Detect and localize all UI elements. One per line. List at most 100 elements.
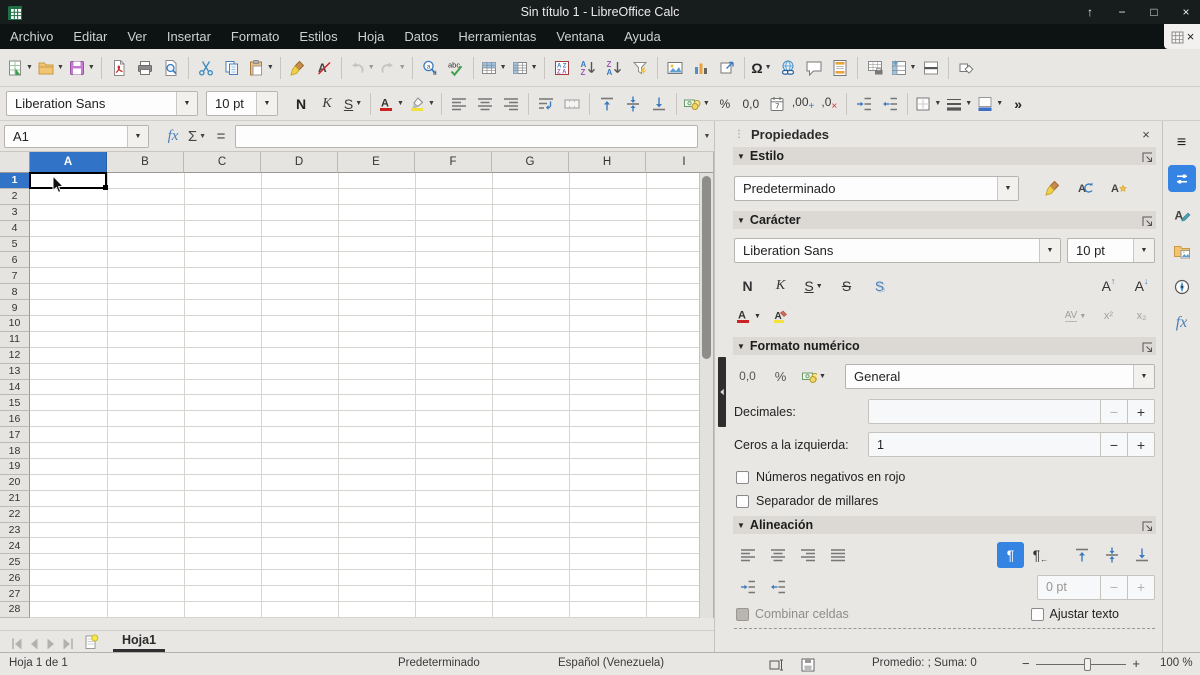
format-percent-button[interactable]: % <box>712 90 738 118</box>
background-color-button-dropdown[interactable]: ▼ <box>996 100 1003 107</box>
number-format-category-combo[interactable]: General ▼ <box>845 364 1155 389</box>
number-format-category-dropdown[interactable]: ▼ <box>1133 365 1154 388</box>
indent-increase-button[interactable]: + <box>1127 576 1154 599</box>
insert-column-button-dropdown[interactable]: ▼ <box>531 64 538 71</box>
insert-image-button[interactable] <box>662 54 688 82</box>
new-spreadsheet-button[interactable]: ▼ <box>4 54 35 82</box>
zoom-out-button[interactable]: − <box>1022 656 1030 671</box>
format-date-button[interactable] <box>764 90 790 118</box>
row-header-10[interactable]: 10 <box>0 316 30 332</box>
keep-above-button[interactable]: ↑ <box>1082 5 1098 19</box>
highlight-color-button[interactable]: ▼ <box>406 90 437 118</box>
font-name-dropdown[interactable]: ▼ <box>176 92 197 115</box>
sidebar-align-bottom-toggle[interactable] <box>1128 542 1155 568</box>
format-percent-toggle[interactable]: % <box>767 363 794 389</box>
shadow-toggle[interactable]: S <box>866 273 893 299</box>
copy-button[interactable] <box>219 54 245 82</box>
format-currency-button[interactable]: ▼ <box>681 90 712 118</box>
clone-formatting-sidebar-button[interactable] <box>1039 175 1066 201</box>
leading-zeros-decrease-button[interactable]: − <box>1100 433 1127 456</box>
column-header-F[interactable]: F <box>415 152 492 173</box>
underline-toggle[interactable]: S▼ <box>800 273 827 299</box>
dialog-launcher-icon[interactable] <box>1140 519 1152 531</box>
draw-functions-button[interactable] <box>953 54 979 82</box>
font-color-button[interactable]: ▼ <box>375 90 406 118</box>
sidebar-align-center-toggle[interactable] <box>764 542 791 568</box>
menu-estilos[interactable]: Estilos <box>289 24 347 49</box>
column-header-I[interactable]: I <box>646 152 714 173</box>
previous-sheet-button[interactable] <box>23 634 40 650</box>
shrink-font-button[interactable]: A↓ <box>1128 273 1155 299</box>
sidebar-align-top-toggle[interactable] <box>1068 542 1095 568</box>
superscript-toggle[interactable]: x² <box>1095 303 1122 329</box>
decrease-indent-button[interactable] <box>877 90 903 118</box>
menu-ventana[interactable]: Ventana <box>546 24 614 49</box>
border-style-button-dropdown[interactable]: ▼ <box>965 100 972 107</box>
section-estilo-header[interactable]: ▼ Estilo <box>733 147 1156 165</box>
row-header-19[interactable]: 19 <box>0 459 30 475</box>
sidebar-font-size-combo[interactable]: 10 pt ▼ <box>1067 238 1155 263</box>
menu-insertar[interactable]: Insertar <box>157 24 221 49</box>
leading-zeros-spinner[interactable]: 1 − + <box>868 432 1155 457</box>
row-header-3[interactable]: 3 <box>0 205 30 221</box>
row-header-7[interactable]: 7 <box>0 268 30 284</box>
update-style-button[interactable] <box>1072 175 1099 201</box>
delete-decimal-button[interactable]: ,0 <box>816 90 842 118</box>
align-right-button[interactable] <box>498 90 524 118</box>
menu-archivo[interactable]: Archivo <box>0 24 63 49</box>
freeze-panes-button-dropdown[interactable]: ▼ <box>910 64 917 71</box>
row-header-13[interactable]: 13 <box>0 364 30 380</box>
column-header-G[interactable]: G <box>492 152 569 173</box>
headers-footers-button[interactable] <box>827 54 853 82</box>
name-box-dropdown[interactable]: ▼ <box>127 126 148 147</box>
borders-button-dropdown[interactable]: ▼ <box>934 100 941 107</box>
close-button[interactable]: × <box>1178 5 1194 19</box>
redo-button-dropdown[interactable]: ▼ <box>399 64 406 71</box>
indent-value[interactable]: 0 pt <box>1038 580 1100 594</box>
zoom-track[interactable] <box>1036 664 1126 665</box>
vertical-scrollbar-thumb[interactable] <box>702 176 711 359</box>
document-modified-icon[interactable] <box>799 656 815 672</box>
row-header-9[interactable]: 9 <box>0 300 30 316</box>
sidebar-align-justified-toggle[interactable] <box>824 542 851 568</box>
cell-style-combo[interactable]: Predeterminado ▼ <box>734 176 1019 201</box>
name-box[interactable]: A1 ▼ <box>4 125 149 148</box>
function-wizard-button[interactable]: fx <box>161 124 185 148</box>
paste-button[interactable]: ▼ <box>245 54 276 82</box>
section-caracter-header[interactable]: ▼ Carácter <box>733 211 1156 229</box>
menu-herramientas[interactable]: Herramientas <box>448 24 546 49</box>
column-header-E[interactable]: E <box>338 152 415 173</box>
align-left-button[interactable] <box>446 90 472 118</box>
format-currency-button-dropdown[interactable]: ▼ <box>703 100 710 107</box>
paste-button-dropdown[interactable]: ▼ <box>267 64 274 71</box>
section-alineacion-header[interactable]: ▼ Alineación <box>733 516 1156 534</box>
row-header-5[interactable]: 5 <box>0 237 30 253</box>
freeze-panes-button[interactable]: ▼ <box>888 54 919 82</box>
sidebar-font-name-combo[interactable]: Liberation Sans ▼ <box>734 238 1061 263</box>
dialog-launcher-icon[interactable] <box>1140 214 1152 226</box>
row-header-27[interactable]: 27 <box>0 586 30 602</box>
sort-button[interactable] <box>549 54 575 82</box>
menu-datos[interactable]: Datos <box>394 24 448 49</box>
panel-grip[interactable]: ⋮ <box>734 129 745 140</box>
sidebar-font-color-button[interactable]: ▼ <box>734 303 761 329</box>
menu-ver[interactable]: Ver <box>117 24 157 49</box>
leading-zeros-increase-button[interactable]: + <box>1127 433 1154 456</box>
row-header-17[interactable]: 17 <box>0 427 30 443</box>
decimals-spinner[interactable]: − + <box>868 399 1155 424</box>
insert-mode-icon[interactable] <box>768 656 784 672</box>
insert-object-button[interactable] <box>714 54 740 82</box>
special-character-button-dropdown[interactable]: ▼ <box>765 64 772 71</box>
sidebar-tab-styles[interactable] <box>1168 201 1196 228</box>
align-top-button[interactable] <box>594 90 620 118</box>
sum-button[interactable]: Σ▼ <box>185 124 209 148</box>
center-vertically-button[interactable] <box>620 90 646 118</box>
row-header-28[interactable]: 28 <box>0 602 30 618</box>
sidebar-align-left-toggle[interactable] <box>734 542 761 568</box>
print-area-button[interactable] <box>862 54 888 82</box>
insert-row-button[interactable]: ▼ <box>478 54 509 82</box>
sidebar-center-vertically-toggle[interactable] <box>1098 542 1125 568</box>
increase-indent-button[interactable] <box>851 90 877 118</box>
menu-editar[interactable]: Editar <box>63 24 117 49</box>
character-spacing-button[interactable]: AV▼ <box>1062 303 1089 329</box>
